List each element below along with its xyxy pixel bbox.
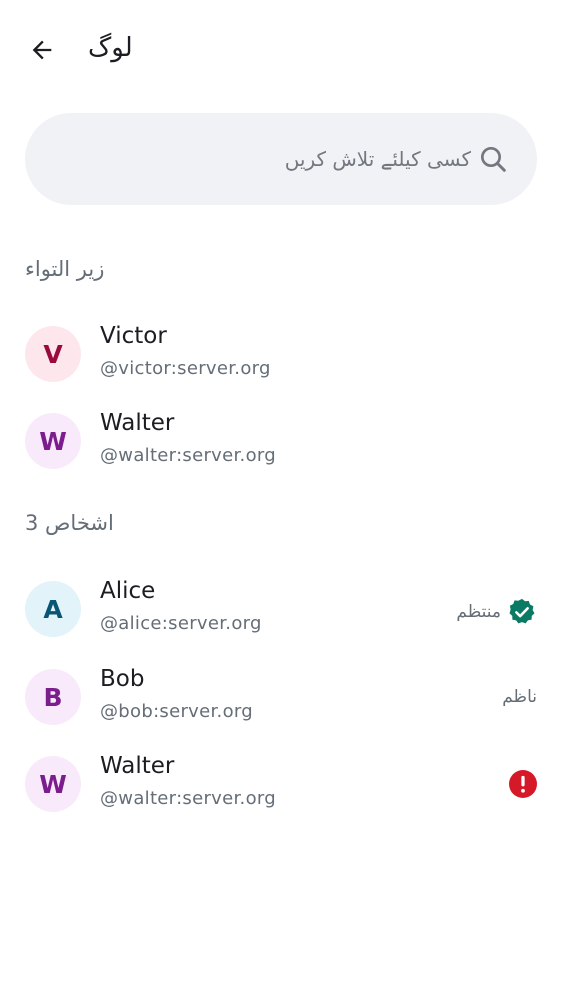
member-handle: @walter:server.org [100,445,277,466]
top-app-bar: لوگ [0,0,562,100]
role-badge: ناظم [502,685,537,709]
avatar: V [25,326,81,382]
member-name: Walter [100,753,175,779]
member-name: Bob [100,666,145,692]
back-button[interactable] [18,26,66,74]
member-handle: @bob:server.org [100,701,253,722]
member-name: Alice [100,578,156,604]
member-row[interactable]: W Walter @walter:server.org [0,399,562,483]
arrow-left-icon [32,40,52,60]
member-row[interactable]: W Walter @walter:server.org [0,742,562,826]
member-name: Walter [100,410,175,436]
member-row[interactable]: A Alice @alice:server.org منتظم [0,567,562,651]
member-name: Victor [100,323,167,349]
member-row[interactable]: V Victor @victor:server.org [0,312,562,396]
avatar: A [25,581,81,637]
verified-badge-icon [507,597,537,627]
error-icon [509,770,537,798]
avatar: W [25,756,81,812]
people-section-title: 3 اشخاص [25,511,114,535]
member-handle: @alice:server.org [100,613,262,634]
search-input[interactable] [51,137,471,181]
pending-section-title: زیر التواء [25,257,105,281]
search-icon[interactable] [477,143,509,175]
member-handle: @victor:server.org [100,358,271,379]
role-badge: منتظم [456,597,537,627]
avatar: B [25,669,81,725]
avatar: W [25,413,81,469]
search-bar[interactable] [25,113,537,205]
page-title: لوگ [88,33,133,63]
role-label: منتظم [456,602,501,622]
member-row[interactable]: B Bob @bob:server.org ناظم [0,655,562,739]
member-handle: @walter:server.org [100,788,277,809]
role-label: ناظم [502,687,537,707]
